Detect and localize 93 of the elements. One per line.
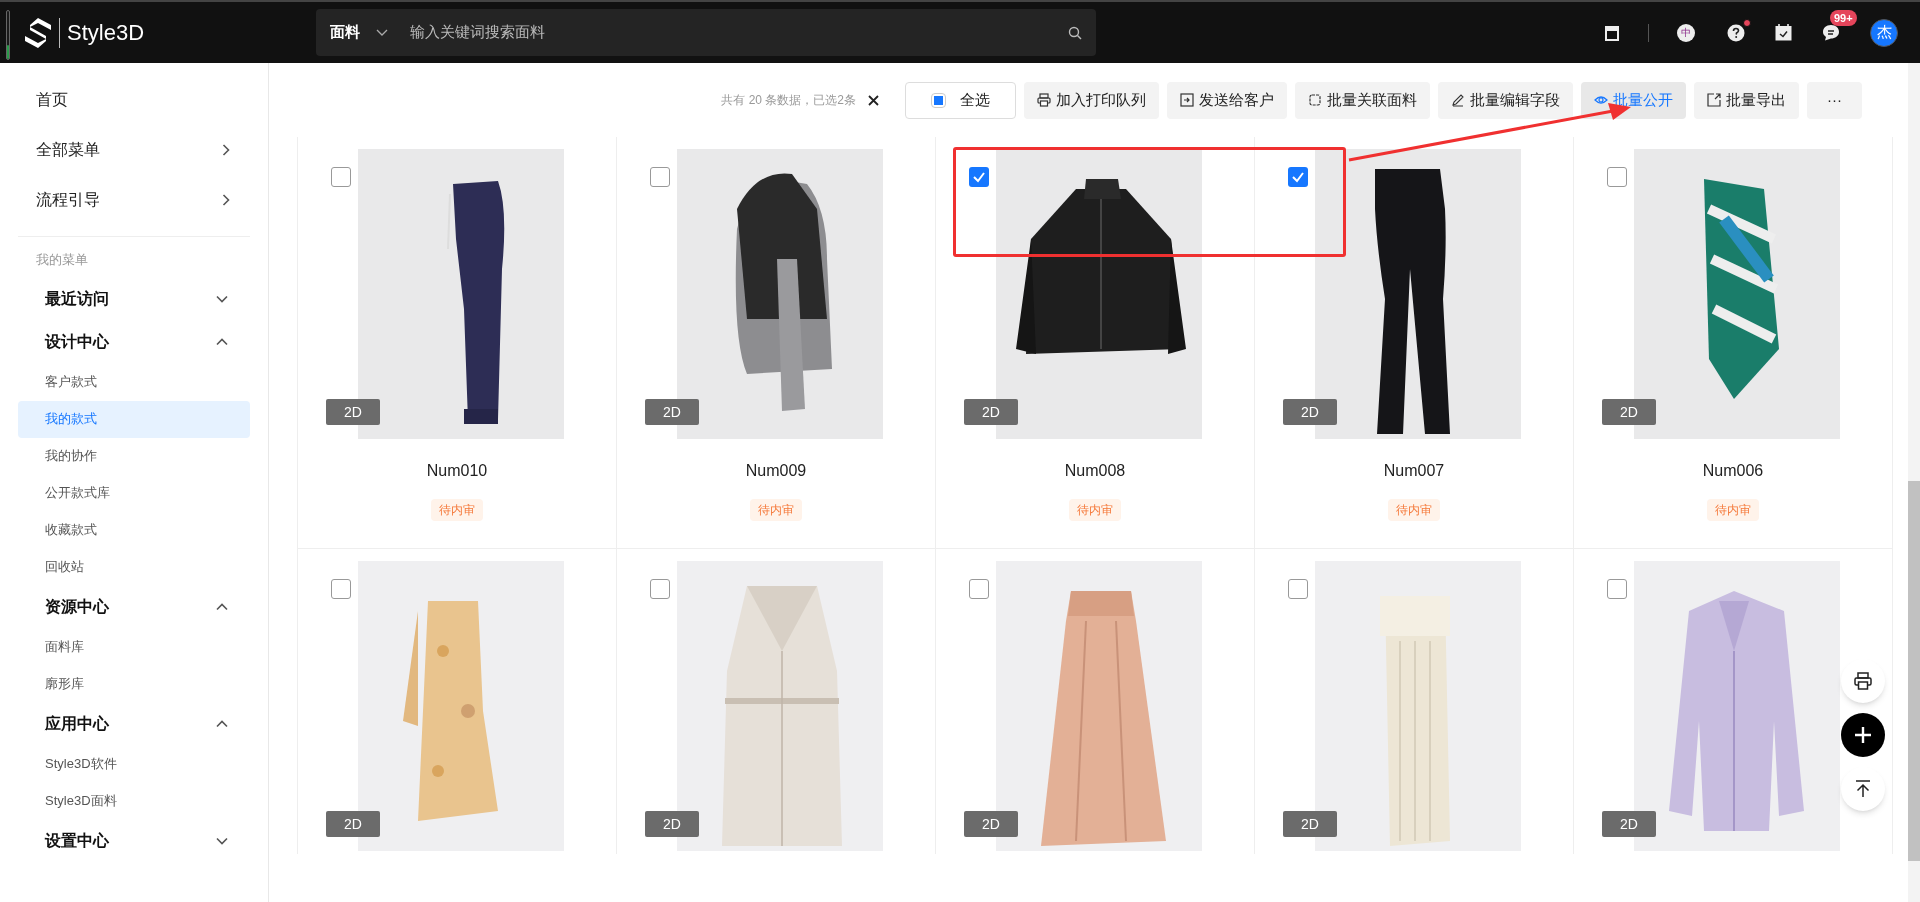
arrow-up-icon xyxy=(1855,780,1871,798)
user-avatar[interactable]: 杰 xyxy=(1870,18,1898,47)
sidebar-item[interactable]: 我的款式 xyxy=(18,400,250,438)
plus-icon xyxy=(1854,726,1872,744)
logo-icon xyxy=(24,16,52,49)
message-count-badge: 99+ xyxy=(1830,10,1857,26)
chat-icon[interactable] xyxy=(1822,24,1840,41)
toolbar-button[interactable]: 批量导出 xyxy=(1694,81,1799,119)
sidebar-item[interactable]: 首页 xyxy=(18,75,250,125)
type-badge: 2D xyxy=(1283,811,1337,837)
item-checkbox[interactable] xyxy=(650,579,670,599)
chevron-up-icon xyxy=(216,720,228,728)
item-checkbox[interactable] xyxy=(331,579,351,599)
status-tag: 待内审 xyxy=(1707,499,1759,521)
sidebar-item[interactable]: 我的协作 xyxy=(18,437,250,475)
item-checkbox[interactable] xyxy=(1607,579,1627,599)
sidebar-item[interactable]: 廓形库 xyxy=(18,665,250,703)
toolbar-button[interactable]: 批量编辑字段 xyxy=(1438,81,1573,119)
type-badge: 2D xyxy=(645,811,699,837)
chevron-down-icon xyxy=(216,295,228,303)
type-badge: 2D xyxy=(326,811,380,837)
sidebar-item[interactable]: 回收站 xyxy=(18,548,250,586)
chevron-down-icon xyxy=(376,28,389,37)
item-checkbox[interactable] xyxy=(1288,167,1308,187)
item-name: Num009 xyxy=(745,461,807,481)
help-icon[interactable] xyxy=(1727,23,1745,42)
send-icon xyxy=(1180,93,1194,107)
status-tag: 待内审 xyxy=(750,499,802,521)
item-checkbox[interactable] xyxy=(650,167,670,187)
type-badge: 2D xyxy=(1283,399,1337,425)
item-name: Num008 xyxy=(1064,461,1126,481)
chevron-down-icon xyxy=(216,837,228,845)
toolbar-button[interactable]: 加入打印队列 xyxy=(1024,81,1159,119)
item-checkbox[interactable] xyxy=(331,167,351,187)
item-name: Num007 xyxy=(1383,461,1445,481)
sidebar-item[interactable]: 面料库 xyxy=(18,628,250,666)
store-icon[interactable] xyxy=(1604,24,1620,41)
sidebar-item[interactable]: Style3D面料 xyxy=(18,782,250,820)
type-badge: 2D xyxy=(645,399,699,425)
status-tag: 待内审 xyxy=(1069,499,1121,521)
item-checkbox[interactable] xyxy=(969,167,989,187)
type-badge: 2D xyxy=(1602,811,1656,837)
logo-text: Style3D xyxy=(67,19,145,47)
close-icon[interactable] xyxy=(868,94,879,106)
sidebar-group-header[interactable]: 最近访问 xyxy=(18,277,250,321)
search-icon[interactable] xyxy=(1068,25,1083,40)
status-tag: 待内审 xyxy=(1388,499,1440,521)
sidebar-item[interactable]: 收藏款式 xyxy=(18,511,250,549)
link-square-icon xyxy=(1308,93,1322,107)
item-checkbox[interactable] xyxy=(969,579,989,599)
item-checkbox[interactable] xyxy=(1288,579,1308,599)
search-bar[interactable]: 面料 输入关键词搜索面料 xyxy=(316,9,1097,56)
chevron-up-icon xyxy=(216,603,228,611)
sidebar-group-header[interactable]: 资源中心 xyxy=(18,585,250,629)
search-field[interactable]: 输入关键词搜索面料 xyxy=(410,21,1069,44)
type-badge: 2D xyxy=(964,399,1018,425)
select-all-checkbox[interactable]: 全选 xyxy=(905,81,1016,119)
item-checkbox[interactable] xyxy=(1607,167,1627,187)
sidebar-group-header[interactable]: 设置中心 xyxy=(18,819,250,863)
toolbar-button[interactable]: ··· xyxy=(1807,81,1862,119)
check-icon xyxy=(972,170,986,184)
chevron-up-icon xyxy=(216,338,228,346)
sidebar-item[interactable]: Style3D软件 xyxy=(18,745,250,783)
printer-icon xyxy=(1854,672,1872,690)
calendar-check-icon[interactable] xyxy=(1775,24,1792,41)
type-badge: 2D xyxy=(326,399,380,425)
language-button[interactable]: 中 xyxy=(1677,23,1695,42)
scrollbar-thumb[interactable] xyxy=(1908,481,1920,861)
chevron-right-icon xyxy=(222,144,230,156)
sidebar-group-header[interactable]: 设计中心 xyxy=(18,320,250,364)
section-label: 我的菜单 xyxy=(35,251,89,269)
status-tag: 待内审 xyxy=(431,499,483,521)
add-button[interactable] xyxy=(1841,713,1885,757)
pencil-icon xyxy=(1451,93,1465,107)
print-button[interactable] xyxy=(1841,659,1885,703)
sidebar-item[interactable]: 公开款式库 xyxy=(18,474,250,512)
printer-icon xyxy=(1037,93,1051,107)
selection-summary: 共有 20 条数据，已选2条 xyxy=(721,92,856,109)
type-badge: 2D xyxy=(964,811,1018,837)
sidebar-group-header[interactable]: 应用中心 xyxy=(18,702,250,746)
item-name: Num006 xyxy=(1702,461,1764,481)
toolbar-button[interactable]: 批量关联面料 xyxy=(1295,81,1430,119)
type-badge: 2D xyxy=(1602,399,1656,425)
sidebar-item[interactable]: 客户款式 xyxy=(18,363,250,401)
item-name: Num010 xyxy=(426,461,488,481)
export-icon xyxy=(1707,93,1721,107)
chevron-right-icon xyxy=(222,194,230,206)
eye-icon xyxy=(1594,93,1608,107)
back-to-top-button[interactable] xyxy=(1841,767,1885,811)
sidebar-item[interactable]: 全部菜单 xyxy=(18,125,250,175)
sidebar-item[interactable]: 流程引导 xyxy=(18,175,250,225)
toolbar-button[interactable]: 发送给客户 xyxy=(1167,81,1287,119)
check-icon xyxy=(1291,170,1305,184)
